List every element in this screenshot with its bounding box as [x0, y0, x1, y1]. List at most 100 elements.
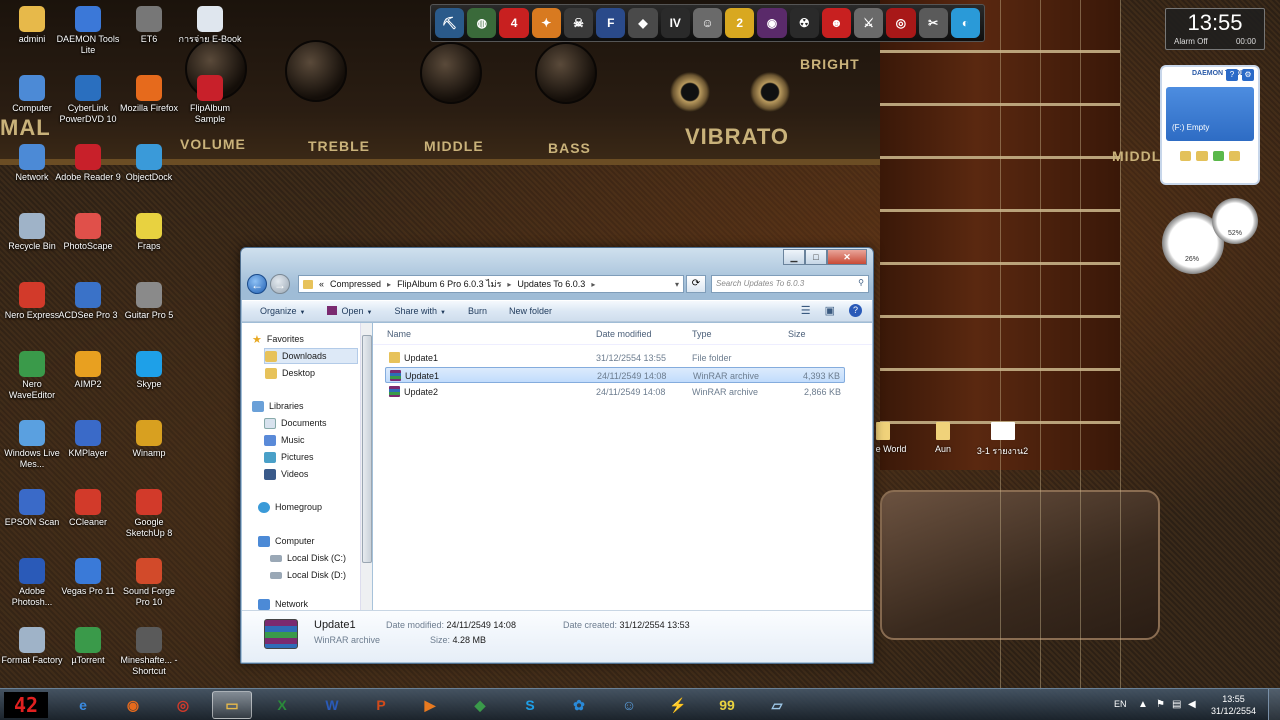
- desktop-shortcut[interactable]: KMPlayer: [54, 420, 122, 459]
- action-center-icon[interactable]: ⚑: [1156, 699, 1165, 710]
- game-icon[interactable]: ◉: [757, 8, 787, 38]
- preview-pane-icon[interactable]: ▣: [825, 304, 835, 317]
- mount-icon[interactable]: [1180, 151, 1192, 161]
- desktop-shortcut[interactable]: CyberLink PowerDVD 10: [54, 75, 122, 125]
- desktop-shortcut[interactable]: ET6: [115, 6, 183, 45]
- minimize-button[interactable]: ▁: [783, 249, 805, 265]
- desktop-shortcut[interactable]: Fraps: [115, 213, 183, 252]
- virtual-drive-panel[interactable]: (F:) Empty: [1166, 87, 1254, 141]
- column-type[interactable]: Type: [692, 329, 712, 339]
- desktop-folder-aun[interactable]: Aun: [928, 422, 958, 454]
- nav-documents[interactable]: Documents: [264, 415, 327, 431]
- clock-gadget[interactable]: 13:55 Alarm Off 00:00: [1165, 8, 1265, 50]
- call-of-duty-icon[interactable]: ☠: [563, 8, 594, 38]
- taskbar-fraps-button[interactable]: 99: [707, 691, 747, 719]
- organize-button[interactable]: Organize ▼: [260, 306, 305, 316]
- back-button[interactable]: ←: [247, 274, 267, 294]
- desktop-shortcut[interactable]: Guitar Pro 5: [115, 282, 183, 321]
- help-icon[interactable]: ?: [849, 304, 862, 317]
- maximize-button[interactable]: □: [805, 249, 827, 265]
- file-row-archive[interactable]: Update2 24/11/2549 14:08 WinRAR archive …: [385, 384, 845, 400]
- search-icon[interactable]: ⚲: [858, 278, 864, 287]
- language-indicator[interactable]: EN: [1114, 699, 1127, 709]
- nav-local-disk-d[interactable]: Local Disk (D:): [270, 567, 346, 583]
- breadcrumb-flipalbum[interactable]: FlipAlbum 6 Pro 6.0.3 ไม่ร: [397, 277, 501, 291]
- breadcrumb-overflow[interactable]: «: [319, 279, 324, 289]
- column-date-modified[interactable]: Date modified: [596, 329, 652, 339]
- desktop-shortcut[interactable]: Skype: [115, 351, 183, 390]
- taskbar-firefox-button[interactable]: ◉: [113, 691, 153, 719]
- desktop-shortcut[interactable]: PhotoScape: [54, 213, 122, 252]
- nav-desktop[interactable]: Desktop: [265, 365, 315, 381]
- desktop-shortcut[interactable]: CCleaner: [54, 489, 122, 528]
- taskbar-explorer-button[interactable]: ▭: [212, 691, 252, 719]
- taskbar-network-map-button[interactable]: ◆: [460, 691, 500, 719]
- close-button[interactable]: ✕: [827, 249, 867, 265]
- burn-button[interactable]: Burn: [468, 306, 487, 316]
- open-button[interactable]: Open ▼: [327, 306, 372, 316]
- black-ops-icon[interactable]: ☢: [789, 8, 819, 38]
- start-button[interactable]: 42: [4, 692, 48, 718]
- scrollbar-thumb[interactable]: [362, 335, 372, 563]
- nav-libraries[interactable]: Libraries: [252, 398, 304, 414]
- daemon-tools-gadget[interactable]: DAEMON TOOLS ? ⚙ (F:) Empty: [1160, 65, 1260, 185]
- desktop-shortcut[interactable]: FlipAlbum Sample: [176, 75, 244, 125]
- taskbar-connect-button[interactable]: ✿: [559, 691, 599, 719]
- taskbar-powerpoint-button[interactable]: P: [361, 691, 401, 719]
- desktop-shortcut[interactable]: µTorrent: [54, 627, 122, 666]
- desktop-shortcut[interactable]: Winamp: [115, 420, 183, 459]
- assassin-icon[interactable]: ⚔: [854, 8, 884, 38]
- chevron-right-icon[interactable]: ▸: [387, 280, 391, 289]
- desktop-shortcut[interactable]: DAEMON Tools Lite: [54, 6, 122, 56]
- remove-drive-icon[interactable]: [1228, 151, 1240, 161]
- taskbar-chrome-button[interactable]: ◎: [163, 691, 203, 719]
- settings-icon[interactable]: ⚙: [1242, 69, 1254, 81]
- nav-music[interactable]: Music: [264, 432, 305, 448]
- taskbar-messenger-button[interactable]: ☺: [609, 691, 649, 719]
- taskbar-excel-button[interactable]: X: [262, 691, 302, 719]
- red-logo-icon[interactable]: ◎: [886, 8, 916, 38]
- add-drive-icon[interactable]: [1212, 151, 1224, 161]
- cube-icon[interactable]: ◆: [628, 8, 658, 38]
- two-icon[interactable]: 2: [725, 8, 755, 38]
- red-skull-icon[interactable]: ☻: [821, 8, 852, 38]
- desktop-shortcut[interactable]: Sound Forge Pro 10: [115, 558, 183, 608]
- minecraft-icon[interactable]: ⛏: [435, 8, 465, 38]
- desktop-shortcut[interactable]: Mozilla Firefox: [115, 75, 183, 114]
- nav-network[interactable]: Network: [258, 599, 308, 610]
- taskbar-skype-button[interactable]: S: [510, 691, 550, 719]
- chevron-right-icon[interactable]: ▸: [591, 280, 595, 289]
- desktop-shortcut[interactable]: ACDSee Pro 3: [54, 282, 122, 321]
- ghost-icon[interactable]: ☺: [692, 8, 723, 38]
- chevron-right-icon[interactable]: ▸: [507, 280, 511, 289]
- column-name[interactable]: Name: [387, 329, 411, 339]
- desktop-shortcut[interactable]: Adobe Reader 9: [54, 144, 122, 183]
- search-input[interactable]: Search Updates To 6.0.3 ⚲: [711, 275, 869, 293]
- desktop-shortcut[interactable]: AIMP2: [54, 351, 122, 390]
- new-folder-button[interactable]: New folder: [509, 306, 552, 316]
- show-desktop-button[interactable]: [1268, 689, 1280, 720]
- nav-videos[interactable]: Videos: [264, 466, 308, 482]
- volume-icon[interactable]: ◀: [1188, 699, 1196, 710]
- address-dropdown-icon[interactable]: ▾: [675, 280, 679, 289]
- nav-downloads[interactable]: Downloads: [264, 348, 358, 364]
- forward-button[interactable]: →: [270, 274, 290, 294]
- nav-local-disk-c[interactable]: Local Disk (C:): [270, 550, 346, 566]
- share-with-button[interactable]: Share with ▼: [394, 306, 445, 316]
- taskbar-window-button[interactable]: ▱: [757, 691, 797, 719]
- desktop-shortcut[interactable]: Google SketchUp 8: [115, 489, 183, 539]
- breadcrumb-updates[interactable]: Updates To 6.0.3: [517, 279, 585, 289]
- column-size[interactable]: Size: [788, 329, 806, 339]
- file-row-selected[interactable]: Update1 24/11/2549 14:08 WinRAR archive …: [385, 367, 845, 383]
- desktop-shortcut[interactable]: ObjectDock: [115, 144, 183, 183]
- refresh-button[interactable]: ⟳: [686, 275, 706, 293]
- taskbar-media-player-button[interactable]: ▶: [410, 691, 450, 719]
- nav-homegroup[interactable]: Homegroup: [258, 499, 322, 515]
- nav-favorites[interactable]: ★ Favorites: [252, 331, 304, 347]
- desktop-file-report[interactable]: 3-1 รายงาน2: [975, 422, 1030, 458]
- nav-scrollbar[interactable]: [360, 323, 372, 610]
- ps2-icon[interactable]: ✦: [531, 8, 561, 38]
- help-icon[interactable]: ?: [1226, 69, 1238, 81]
- show-hidden-icons-icon[interactable]: ▲: [1138, 699, 1148, 710]
- taskbar-winamp-button[interactable]: ⚡: [658, 691, 698, 719]
